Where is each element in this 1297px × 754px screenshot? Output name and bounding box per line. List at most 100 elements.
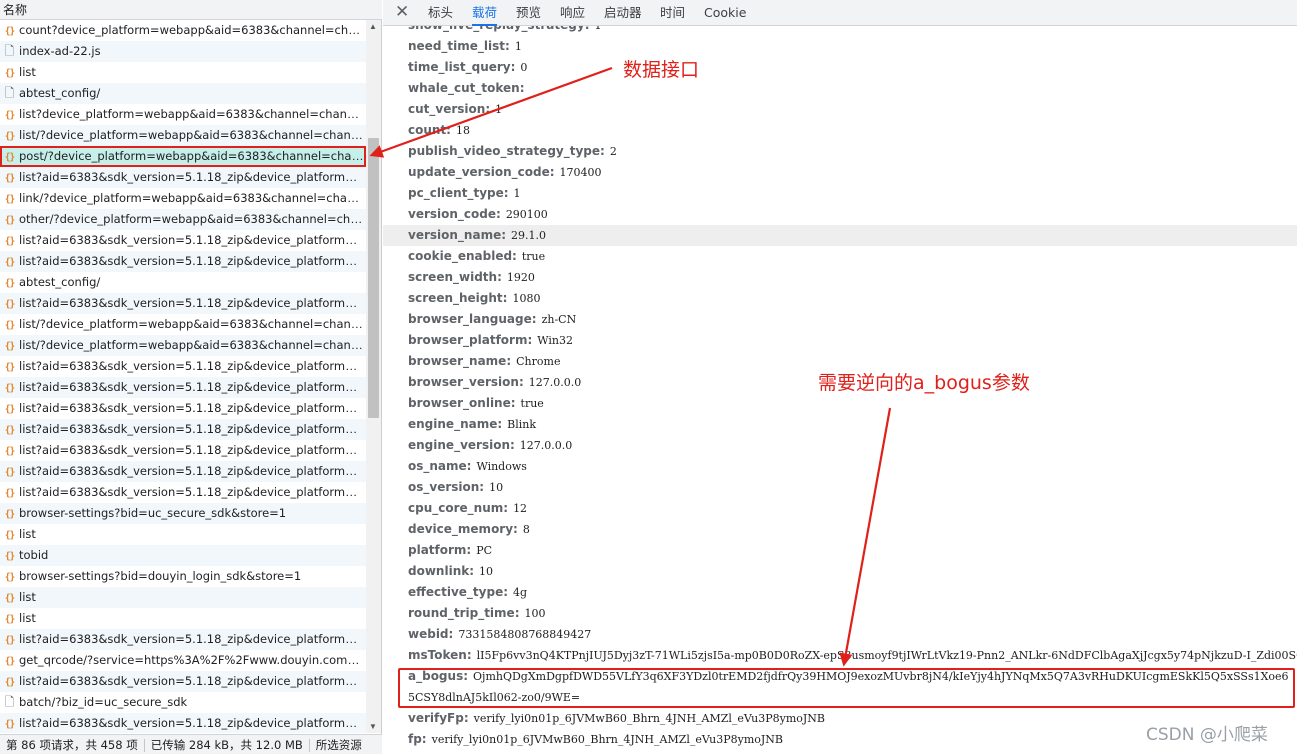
request-name: list <box>19 65 36 79</box>
payload-param[interactable]: browser_language: zh-CN <box>383 309 1297 330</box>
payload-param[interactable]: screen_width: 1920 <box>383 267 1297 288</box>
request-name: list?aid=6383&sdk_version=5.1.18_zip&dev… <box>19 422 366 436</box>
request-name: abtest_config/ <box>19 275 101 289</box>
request-row[interactable]: {} list?aid=6383&sdk_version=5.1.18_zip&d… <box>0 251 366 272</box>
request-row[interactable]: {} list <box>0 524 366 545</box>
tab-1[interactable]: 载荷 <box>472 0 498 26</box>
request-row[interactable]: {} tobid <box>0 545 366 566</box>
request-row[interactable]: {} list?aid=6383&sdk_version=5.1.18_zip&d… <box>0 398 366 419</box>
param-value: Win32 <box>537 334 573 347</box>
request-row[interactable]: {} list <box>0 62 366 83</box>
request-row[interactable]: {} get_qrcode/?service=https%3A%2F%2Fwww.… <box>0 650 366 671</box>
payload-param[interactable]: engine_name: Blink <box>383 414 1297 435</box>
param-key: browser_language: <box>408 312 537 326</box>
request-row[interactable]: {} link/?device_platform=webapp&aid=6383&… <box>0 188 366 209</box>
request-row[interactable]: {} list/?device_platform=webapp&aid=6383&… <box>0 125 366 146</box>
xhr-icon: {} <box>4 572 15 583</box>
request-row-selected[interactable]: {} post/?device_platform=webapp&aid=6383&… <box>0 146 366 167</box>
request-row[interactable]: {} list?aid=6383&sdk_version=5.1.18_zip&d… <box>0 356 366 377</box>
param-value: 10 <box>479 565 494 578</box>
tab-6[interactable]: Cookie <box>704 0 746 26</box>
param-key: version_code: <box>408 207 501 221</box>
payload-param[interactable]: cut_version: 1 <box>383 99 1297 120</box>
request-row[interactable]: {} other/?device_platform=webapp&aid=6383… <box>0 209 366 230</box>
payload-param-line: webid: 7331584808768849427 <box>408 627 591 641</box>
xhr-icon: {} <box>4 488 15 499</box>
request-row[interactable]: {} list?aid=6383&sdk_version=5.1.18_zip&d… <box>0 461 366 482</box>
payload-param[interactable]: browser_platform: Win32 <box>383 330 1297 351</box>
close-icon[interactable]: ✕ <box>395 2 409 22</box>
xhr-icon: {} <box>4 404 15 415</box>
payload-param[interactable]: os_version: 10 <box>383 477 1297 498</box>
tab-5[interactable]: 时间 <box>660 0 685 26</box>
request-row[interactable]: {} browser-settings?bid=uc_secure_sdk&sto… <box>0 503 366 524</box>
request-row[interactable]: {} list?aid=6383&sdk_version=5.1.18_zip&d… <box>0 167 366 188</box>
param-value: Blink <box>507 418 537 431</box>
payload-param[interactable]: downlink: 10 <box>383 561 1297 582</box>
payload-param[interactable]: count: 18 <box>383 120 1297 141</box>
request-row[interactable]: 🗋 abtest_config/ <box>0 83 366 104</box>
payload-param[interactable]: screen_height: 1080 <box>383 288 1297 309</box>
payload-param[interactable]: version_code: 290100 <box>383 204 1297 225</box>
param-key: cpu_core_num: <box>408 501 509 515</box>
payload-param[interactable]: show_live_replay_strategy: 1 <box>383 26 1297 36</box>
tab-0[interactable]: 标头 <box>428 0 453 26</box>
request-row[interactable]: {} list/?device_platform=webapp&aid=6383&… <box>0 335 366 356</box>
param-key: update_version_code: <box>408 165 555 179</box>
payload-param[interactable]: time_list_query: 0 <box>383 57 1297 78</box>
request-row[interactable]: {} list?aid=6383&sdk_version=5.1.18_zip&d… <box>0 482 366 503</box>
payload-param[interactable]: cpu_core_num: 12 <box>383 498 1297 519</box>
payload-param[interactable]: whale_cut_token: <box>383 78 1297 99</box>
payload-param[interactable]: update_version_code: 170400 <box>383 162 1297 183</box>
xhr-icon: {} <box>4 383 15 394</box>
payload-param[interactable]: need_time_list: 1 <box>383 36 1297 57</box>
request-row[interactable]: 🗋 batch/?biz_id=uc_secure_sdk <box>0 692 366 713</box>
request-row[interactable]: {} list?device_platform=webapp&aid=6383&c… <box>0 104 366 125</box>
payload-param[interactable]: platform: PC <box>383 540 1297 561</box>
request-row[interactable]: {} list?aid=6383&sdk_version=5.1.18_zip&d… <box>0 440 366 461</box>
payload-param[interactable]: os_name: Windows <box>383 456 1297 477</box>
request-row[interactable]: {} list?aid=6383&sdk_version=5.1.18_zip&d… <box>0 419 366 440</box>
request-row[interactable]: {} abtest_config/ <box>0 272 366 293</box>
payload-param[interactable]: version_name: 29.1.0 <box>383 225 1297 246</box>
request-row[interactable]: {} list/?device_platform=webapp&aid=6383&… <box>0 314 366 335</box>
xhr-icon: {} <box>4 614 15 625</box>
payload-param-line: update_version_code: 170400 <box>408 165 602 179</box>
tab-2[interactable]: 预览 <box>516 0 541 26</box>
payload-param[interactable]: effective_type: 4g <box>383 582 1297 603</box>
request-row[interactable]: {} list?aid=6383&sdk_version=5.1.18_zip&d… <box>0 293 366 314</box>
request-list-panel: 名称 {} count?device_platform=webapp&aid=63… <box>0 0 382 754</box>
param-value: PC <box>476 544 493 557</box>
request-row[interactable]: {} list?aid=6383&sdk_version=5.1.18_zip&d… <box>0 671 366 692</box>
payload-param[interactable]: publish_video_strategy_type: 2 <box>383 141 1297 162</box>
xhr-icon: {} <box>4 320 15 331</box>
request-row[interactable]: {} list?aid=6383&sdk_version=5.1.18_zip&d… <box>0 230 366 251</box>
request-row[interactable]: {} count?device_platform=webapp&aid=6383&… <box>0 20 366 41</box>
request-row[interactable]: {} browser-settings?bid=douyin_login_sdk&… <box>0 566 366 587</box>
payload-param[interactable]: pc_client_type: 1 <box>383 183 1297 204</box>
param-key: engine_name: <box>408 417 503 431</box>
request-row[interactable]: {} list <box>0 608 366 629</box>
param-value: true <box>520 397 544 410</box>
request-name: list?aid=6383&sdk_version=5.1.18_zip&dev… <box>19 464 366 478</box>
scroll-up-arrow-icon[interactable]: ▲ <box>369 22 377 31</box>
request-row[interactable]: {} list?aid=6383&sdk_version=5.1.18_zip&d… <box>0 713 366 733</box>
tab-3[interactable]: 响应 <box>560 0 585 26</box>
scrollbar-thumb[interactable] <box>368 138 379 418</box>
request-row[interactable]: 🗋 index-ad-22.js <box>0 41 366 62</box>
request-row[interactable]: {} list?aid=6383&sdk_version=5.1.18_zip&d… <box>0 629 366 650</box>
payload-param-line: verifyFp: verify_lyi0n01p_6JVMwB60_Bhrn_4… <box>408 711 825 725</box>
payload-param[interactable]: engine_version: 127.0.0.0 <box>383 435 1297 456</box>
payload-param[interactable]: cookie_enabled: true <box>383 246 1297 267</box>
payload-param[interactable]: round_trip_time: 100 <box>383 603 1297 624</box>
scroll-down-arrow-icon[interactable]: ▼ <box>369 722 377 731</box>
request-list-scrollbar[interactable]: ▲ ▼ <box>366 20 381 733</box>
payload-param[interactable]: msToken: lI5Fp6vv3nQ4KTPnjIUJ5Dyj3zT-71WL… <box>383 645 1297 666</box>
payload-param[interactable]: device_memory: 8 <box>383 519 1297 540</box>
tab-4[interactable]: 启动器 <box>604 0 642 26</box>
request-row[interactable]: {} list?aid=6383&sdk_version=5.1.18_zip&d… <box>0 377 366 398</box>
payload-param[interactable]: webid: 7331584808768849427 <box>383 624 1297 645</box>
request-row[interactable]: {} list <box>0 587 366 608</box>
payload-param[interactable]: browser_online: true <box>383 393 1297 414</box>
name-column-header[interactable]: 名称 <box>0 0 382 20</box>
